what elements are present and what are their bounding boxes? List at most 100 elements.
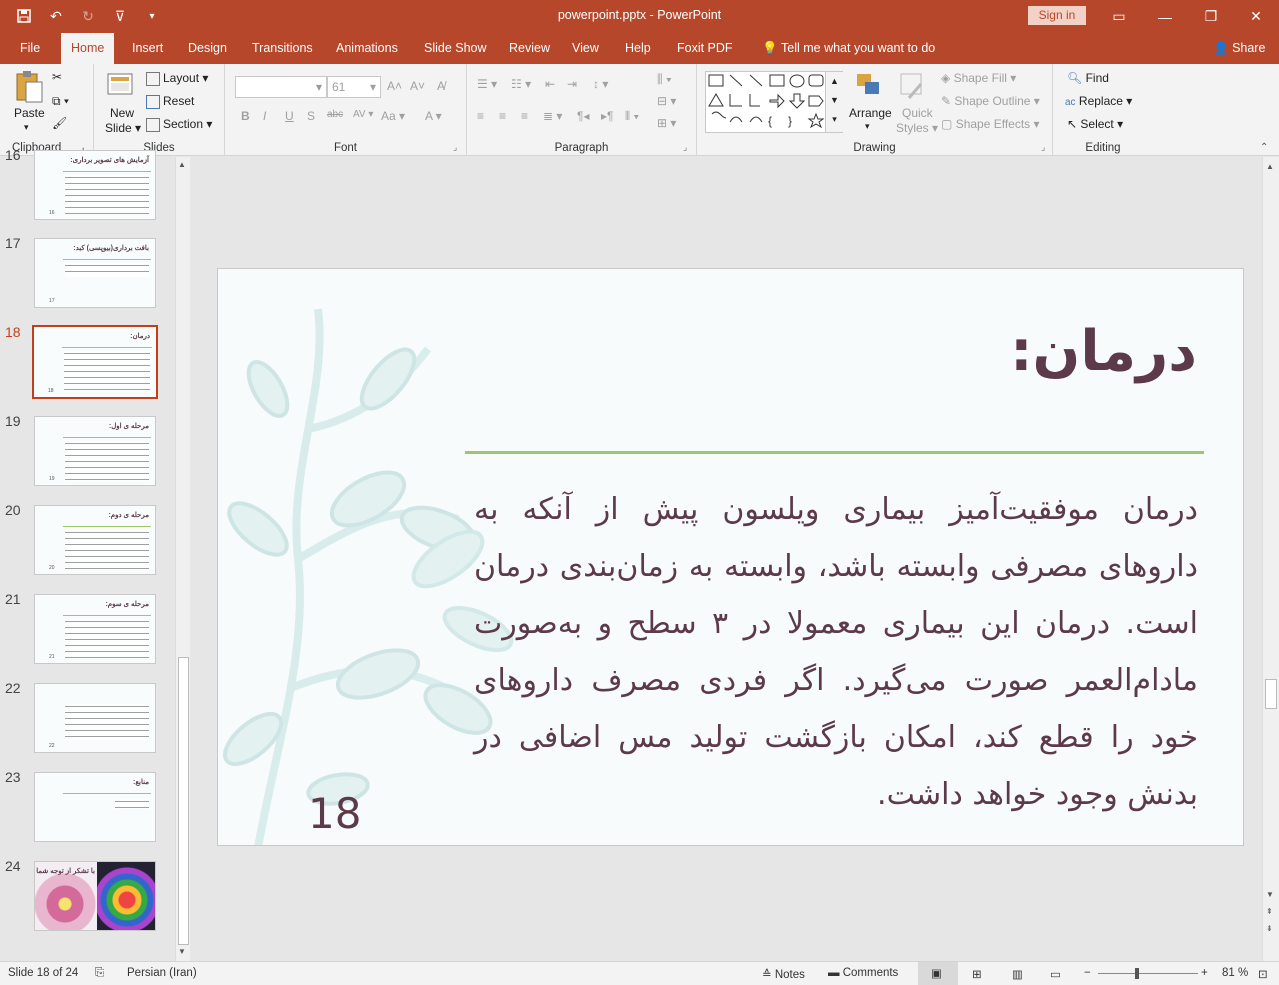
tab-home[interactable]: Home (61, 33, 115, 64)
slide-18[interactable]: درمان: درمان موفقیت‌آمیز بیماری ویلسون پ… (217, 268, 1244, 846)
normal-view-button[interactable]: ▣ (918, 962, 958, 985)
slide-thumbnail-17[interactable]: بافت برداری(بیوپسی) کبد: 17 (34, 238, 156, 308)
tab-insert[interactable]: Insert (122, 33, 173, 64)
fit-to-window-icon[interactable]: ⊡ (1258, 967, 1268, 981)
tab-design[interactable]: Design (178, 33, 237, 64)
arrange-icon[interactable] (855, 72, 883, 101)
tab-foxit-pdf[interactable]: Foxit PDF (667, 33, 743, 64)
line-spacing-icon[interactable]: ↕ ▾ (593, 77, 608, 91)
slide-title[interactable]: درمان: (1010, 319, 1197, 384)
tab-file[interactable]: File (10, 33, 50, 64)
font-name-box[interactable]: ▾ (235, 76, 327, 98)
ribbon-display-icon[interactable]: ▭ (1096, 0, 1142, 33)
shape-effects-button[interactable]: ▢ Shape Effects ▾ (941, 117, 1040, 131)
thumbnail-scroll-thumb[interactable] (178, 657, 189, 945)
tab-slide-show[interactable]: Slide Show (414, 33, 497, 64)
reset-button[interactable]: Reset (146, 94, 194, 109)
collapse-ribbon-icon[interactable]: ⌃ (1260, 142, 1268, 153)
scroll-down-icon[interactable]: ▼ (1266, 890, 1274, 899)
char-spacing-icon[interactable]: AV ▾ (353, 109, 373, 120)
language-indicator[interactable]: Persian (Iran) (127, 967, 197, 979)
paste-button[interactable]: Paste (14, 106, 45, 120)
tell-me-search[interactable]: Tell me what you want to do (771, 33, 945, 64)
paragraph-launcher-icon[interactable]: ⌟ (683, 142, 687, 153)
italic-icon[interactable]: I (263, 109, 266, 123)
slide-thumbnail-19[interactable]: مرحله ی اول: 19 (34, 416, 156, 486)
shapes-scroll[interactable]: ▲ ▼ ▾ (825, 72, 843, 132)
font-launcher-icon[interactable]: ⌟ (453, 142, 457, 153)
align-center-icon[interactable]: ≡ (499, 109, 506, 123)
notes-button[interactable]: ≙ Notes (762, 967, 805, 981)
find-button[interactable]: 🔍︎ Find (1067, 71, 1109, 85)
paste-icon[interactable] (14, 70, 44, 107)
scroll-up-icon[interactable]: ▲ (178, 160, 186, 169)
zoom-slider[interactable] (1098, 973, 1198, 974)
drawing-launcher-icon[interactable]: ⌟ (1041, 142, 1045, 153)
strikethrough-icon[interactable]: abc (327, 109, 343, 120)
clear-formatting-icon[interactable]: A̸ (437, 79, 445, 93)
tab-review[interactable]: Review (499, 33, 560, 64)
columns-icon[interactable]: ⫴ ▾ (625, 109, 639, 124)
shadow-icon[interactable]: S (307, 109, 315, 123)
canvas-scroll-thumb[interactable] (1265, 679, 1277, 709)
underline-icon[interactable]: U (285, 109, 294, 123)
align-right-icon[interactable]: ≡ (521, 109, 528, 123)
share-button[interactable]: 👤 Share (1203, 33, 1275, 64)
arrange-button[interactable]: Arrange (849, 106, 892, 120)
increase-font-icon[interactable]: A˄ (387, 79, 402, 93)
select-button[interactable]: ↖ Select ▾ (1067, 117, 1123, 131)
tab-animations[interactable]: Animations (326, 33, 408, 64)
shapes-gallery[interactable]: {} (705, 71, 843, 133)
sign-in-button[interactable]: Sign in (1028, 6, 1086, 25)
font-size-box[interactable]: 61 ▾ (327, 76, 381, 98)
numbering-icon[interactable]: ☷ ▾ (511, 77, 531, 91)
spellcheck-icon[interactable]: ⎘ (95, 967, 104, 980)
slide-thumbnail-16[interactable]: آزمایش های تصویر برداری: 16 (34, 150, 156, 220)
scroll-up-icon[interactable]: ▲ (1266, 162, 1274, 171)
paste-dropdown-icon[interactable]: ▾ (24, 122, 29, 133)
decrease-font-icon[interactable]: A˅ (410, 79, 425, 93)
quick-styles-button[interactable]: Styles ▾ (896, 121, 938, 135)
scroll-down-icon[interactable]: ▼ (178, 947, 186, 956)
ltr-icon[interactable]: ▸¶ (601, 109, 613, 123)
tab-transitions[interactable]: Transitions (242, 33, 323, 64)
close-icon[interactable]: ✕ (1233, 0, 1279, 33)
slide-thumbnail-24[interactable]: با تشکر از توجه شما (34, 861, 156, 931)
comments-button[interactable]: ▬ Comments (828, 967, 898, 979)
shape-outline-button[interactable]: ✎ Shape Outline ▾ (941, 94, 1040, 108)
change-case-icon[interactable]: Aa ▾ (381, 109, 405, 123)
minimize-icon[interactable]: — (1142, 0, 1188, 33)
justify-icon[interactable]: ≣ ▾ (543, 109, 562, 123)
zoom-level[interactable]: 81 % (1222, 967, 1248, 979)
text-direction-icon[interactable]: ⫼ ▾ (657, 72, 672, 87)
slide-thumbnail-21[interactable]: مرحله ی سوم: 21 (34, 594, 156, 664)
section-button[interactable]: Section ▾ (146, 117, 212, 132)
reading-view-icon[interactable]: ▥ (1012, 967, 1023, 981)
zoom-out-icon[interactable]: − (1084, 967, 1091, 979)
thumbnail-scrollbar[interactable]: ▲ ▼ (175, 157, 190, 961)
layout-button[interactable]: Layout ▾ (146, 71, 208, 86)
quick-styles-icon[interactable] (899, 72, 927, 103)
tab-view[interactable]: View (562, 33, 609, 64)
slide-thumbnail-20[interactable]: مرحله ی دوم: 20 (34, 505, 156, 575)
slide-sorter-icon[interactable]: ⊞ (972, 967, 982, 981)
quick-styles-label-1[interactable]: Quick (902, 106, 933, 120)
tab-help[interactable]: Help (615, 33, 661, 64)
bold-icon[interactable]: B (241, 109, 250, 123)
cut-icon[interactable]: ✂ (52, 70, 62, 84)
rtl-icon[interactable]: ¶◂ (577, 109, 589, 123)
zoom-in-icon[interactable]: + (1201, 967, 1208, 979)
new-slide-icon[interactable] (106, 70, 136, 103)
zoom-slider-thumb[interactable] (1135, 968, 1139, 979)
slide-body-text[interactable]: درمان موفقیت‌آمیز بیماری ویلسون پیش از آ… (474, 481, 1198, 823)
decrease-indent-icon[interactable]: ⇤ (545, 77, 555, 91)
shape-fill-button[interactable]: ◈ Shape Fill ▾ (941, 71, 1016, 85)
increase-indent-icon[interactable]: ⇥ (567, 77, 577, 91)
canvas-scrollbar[interactable]: ▲ ▼ ⇞ ⇟ (1262, 157, 1279, 961)
copy-icon[interactable]: ⧉ ▾ (52, 94, 69, 109)
bullets-icon[interactable]: ☰ ▾ (477, 77, 497, 91)
previous-slide-icon[interactable]: ⇞ (1266, 907, 1273, 916)
align-text-icon[interactable]: ⊟ ▾ (657, 94, 676, 108)
slide-thumbnail-18[interactable]: درمان: 18 (32, 325, 158, 399)
new-slide-label-1[interactable]: New (110, 106, 134, 120)
